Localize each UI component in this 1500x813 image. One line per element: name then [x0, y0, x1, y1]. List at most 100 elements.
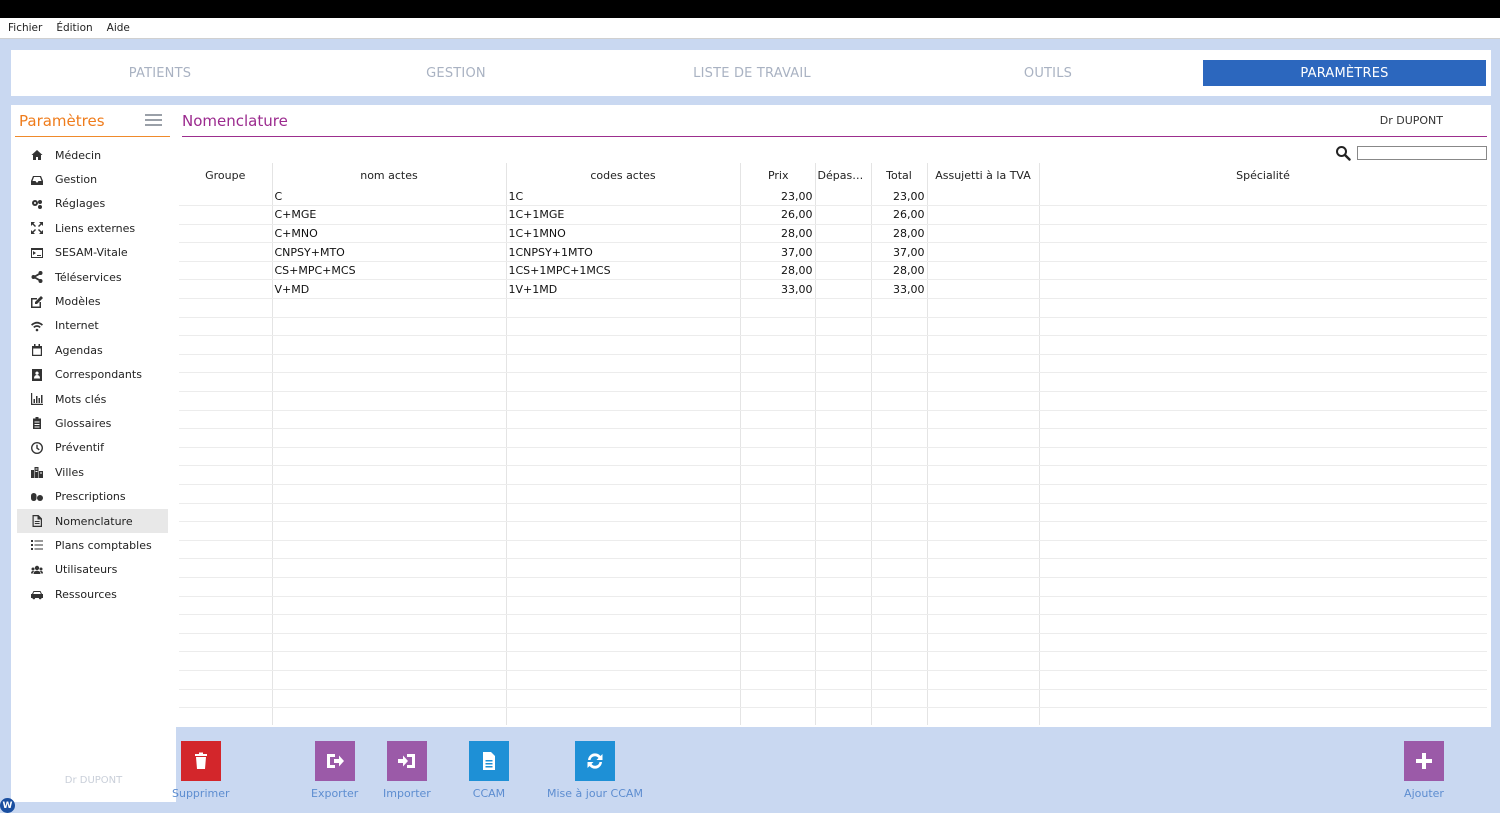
empty-table-row[interactable]	[179, 484, 1487, 504]
sidebar-item-villes[interactable]: Villes	[17, 460, 168, 484]
empty-table-row[interactable]	[179, 707, 1487, 725]
table-cell	[179, 205, 273, 225]
sidebar-item-plans-comptables[interactable]: Plans comptables	[17, 533, 168, 557]
empty-table-row[interactable]	[179, 428, 1487, 448]
column-header-prix[interactable]: Prix	[740, 163, 816, 187]
empty-table-row[interactable]	[179, 633, 1487, 653]
sidebar-item-glossaires[interactable]: Glossaires	[17, 411, 168, 435]
table-header-row: Groupe nom actes codes actes Prix Dépass…	[179, 163, 1487, 187]
import-button[interactable]: Importer	[383, 741, 431, 800]
sidebar-item-nomenclature[interactable]: Nomenclature	[17, 508, 168, 534]
table-cell	[272, 503, 507, 523]
table-row[interactable]: V+MD 1V+1MD 33,00 33,00	[179, 279, 1487, 300]
export-button[interactable]: Exporter	[311, 741, 358, 800]
table-cell	[179, 689, 273, 709]
table-cell	[179, 335, 273, 355]
table-cell	[815, 540, 872, 560]
empty-table-row[interactable]	[179, 521, 1487, 541]
current-doctor: Dr DUPONT	[1379, 114, 1443, 127]
column-header-groupe[interactable]: Groupe	[179, 163, 273, 187]
empty-table-row[interactable]	[179, 614, 1487, 634]
empty-table-row[interactable]	[179, 354, 1487, 374]
empty-table-row[interactable]	[179, 651, 1487, 671]
sidebar-item-gestion[interactable]: Gestion	[17, 167, 168, 191]
sidebar-item-sesam-vitale[interactable]: SESAM-Vitale	[17, 241, 168, 265]
empty-table-row[interactable]	[179, 689, 1487, 709]
table-cell: V+MD	[272, 279, 507, 300]
column-header-specialite[interactable]: Spécialité	[1039, 163, 1487, 187]
column-header-depassement[interactable]: Dépasse...	[815, 163, 872, 187]
sidebar-item-label: Ressources	[55, 587, 117, 601]
sidebar-item-ressources[interactable]: Ressources	[17, 582, 168, 606]
sidebar-item-prescriptions[interactable]: Prescriptions	[17, 484, 168, 508]
update-ccam-button[interactable]: Mise à jour CCAM	[547, 741, 643, 800]
hamburger-menu-icon[interactable]	[145, 114, 162, 127]
table-cell	[815, 484, 872, 504]
empty-table-row[interactable]	[179, 317, 1487, 337]
delete-button[interactable]: Supprimer	[172, 741, 230, 800]
column-header-assujetti-tva[interactable]: Assujetti à la TVA	[927, 163, 1040, 187]
table-row[interactable]: C 1C 23,00 23,00	[179, 187, 1487, 207]
tab-liste-de-travail[interactable]: LISTE DE TRAVAIL	[605, 60, 899, 86]
empty-table-row[interactable]	[179, 410, 1487, 430]
table-row[interactable]: C+MNO 1C+1MNO 28,00 28,00	[179, 224, 1487, 244]
empty-table-row[interactable]	[179, 540, 1487, 560]
ccam-button[interactable]: CCAM	[469, 741, 509, 800]
table-cell	[179, 614, 273, 634]
menu-aide[interactable]: Aide	[107, 22, 130, 34]
empty-table-row[interactable]	[179, 372, 1487, 393]
sidebar-item-utilisateurs[interactable]: Utilisateurs	[17, 558, 168, 582]
table-row[interactable]: CS+MPC+MCS 1CS+1MPC+1MCS 28,00 28,00	[179, 261, 1487, 281]
empty-table-row[interactable]	[179, 391, 1487, 411]
table-row[interactable]: C+MGE 1C+1MGE 26,00 26,00	[179, 205, 1487, 225]
sidebar-item-modeles[interactable]: Modèles	[17, 289, 168, 313]
sidebar-item-liens-externes[interactable]: Liens externes	[17, 216, 168, 240]
city-icon	[29, 464, 45, 480]
empty-table-row[interactable]	[179, 503, 1487, 523]
sidebar-item-medecin[interactable]: Médecin	[17, 143, 168, 167]
table-cell	[871, 577, 928, 597]
table-cell	[272, 558, 507, 578]
add-button[interactable]: Ajouter	[1404, 741, 1444, 800]
table-cell	[179, 484, 273, 504]
empty-table-row[interactable]	[179, 447, 1487, 467]
table-cell	[506, 484, 741, 504]
menu-edition[interactable]: Édition	[56, 22, 92, 34]
empty-table-row[interactable]	[179, 298, 1487, 318]
tab-outils[interactable]: OUTILS	[901, 60, 1195, 86]
sidebar-item-internet[interactable]: Internet	[17, 314, 168, 338]
tab-gestion[interactable]: GESTION	[309, 60, 603, 86]
sidebar-item-preventif[interactable]: Préventif	[17, 436, 168, 460]
sidebar-item-correspondants[interactable]: Correspondants	[17, 363, 168, 387]
empty-table-row[interactable]	[179, 577, 1487, 597]
column-header-nom-actes[interactable]: nom actes	[272, 163, 507, 187]
table-cell	[871, 335, 928, 355]
sidebar-item-agendas[interactable]: Agendas	[17, 338, 168, 362]
table-cell	[815, 633, 872, 653]
tab-parametres[interactable]: PARAMÈTRES	[1203, 60, 1486, 86]
column-header-total[interactable]: Total	[871, 163, 928, 187]
empty-table-row[interactable]	[179, 558, 1487, 578]
empty-table-row[interactable]	[179, 465, 1487, 485]
table-cell	[927, 279, 1040, 300]
sidebar-item-mots-cles[interactable]: Mots clés	[17, 387, 168, 411]
table-cell	[272, 577, 507, 597]
table-cell: 1V+1MD	[506, 279, 741, 300]
table-cell	[740, 484, 816, 504]
empty-table-row[interactable]	[179, 670, 1487, 690]
table-cell	[272, 410, 507, 430]
table-cell	[179, 670, 273, 690]
empty-table-row[interactable]	[179, 335, 1487, 355]
table-cell	[815, 614, 872, 634]
sidebar-item-label: Plans comptables	[55, 538, 152, 552]
sidebar-item-teleservices[interactable]: Téléservices	[17, 265, 168, 289]
tab-patients[interactable]: PATIENTS	[13, 60, 307, 86]
sidebar-item-reglages[interactable]: Réglages	[17, 192, 168, 216]
table-row[interactable]: CNPSY+MTO 1CNPSY+1MTO 37,00 37,00	[179, 242, 1487, 262]
search-icon[interactable]	[1335, 145, 1351, 161]
search-input[interactable]	[1357, 146, 1487, 160]
empty-table-row[interactable]	[179, 596, 1487, 616]
menu-fichier[interactable]: Fichier	[8, 22, 42, 34]
table-cell	[272, 596, 507, 616]
column-header-codes-actes[interactable]: codes actes	[506, 163, 741, 187]
